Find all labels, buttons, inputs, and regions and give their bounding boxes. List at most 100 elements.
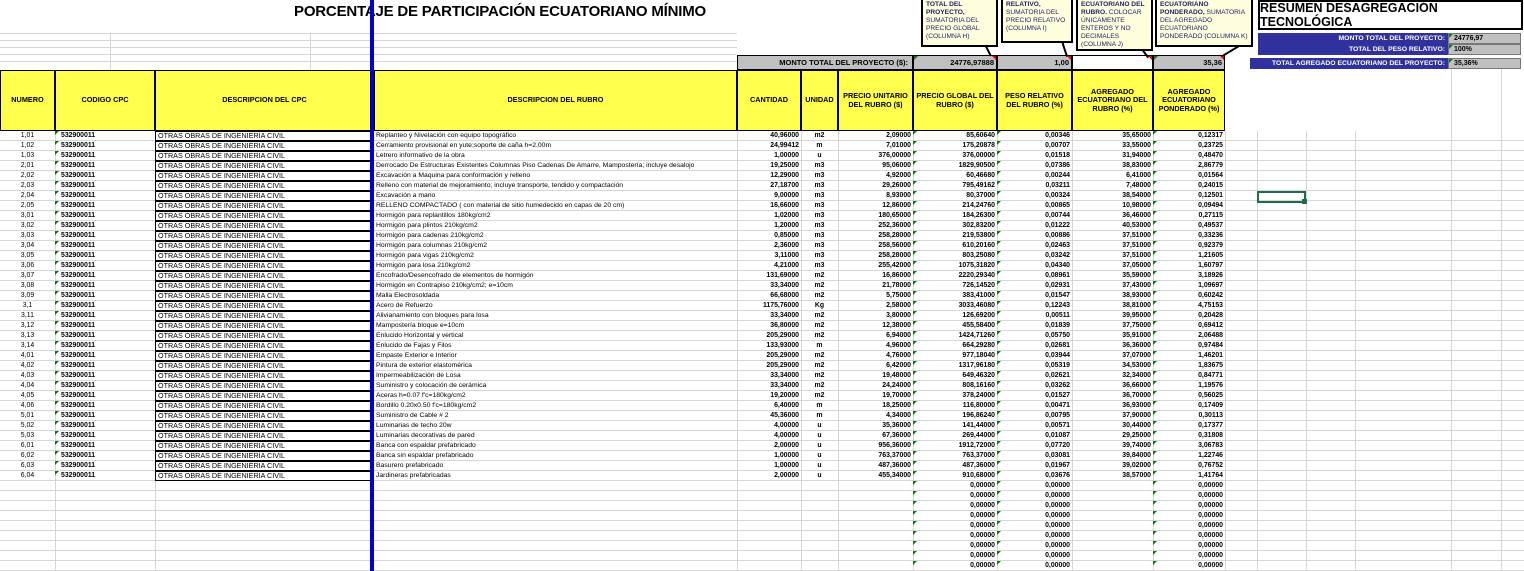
descripcion-cpc-cell[interactable]: OTRAS OBRAS DE INGENIERIA CIVIL [155,401,374,411]
codigo-cpc-cell[interactable]: 532900011 [55,331,155,341]
agregado-rubro-cell[interactable]: 30,44000 [1072,421,1153,431]
codigo-cpc-cell[interactable]: 532900011 [55,401,155,411]
precio-unitario-cell[interactable]: 4,76000 [838,351,913,361]
agregado-rubro-cell[interactable] [1072,491,1153,501]
agregado-ponderado-cell[interactable]: 0,17409 [1153,401,1225,411]
agregado-rubro-cell[interactable]: 37,51000 [1072,251,1153,261]
numero-cell[interactable]: 2,05 [0,201,55,211]
peso-relativo-cell[interactable]: 0,01547 [997,291,1072,301]
precio-global-cell[interactable]: 219,53800 [913,231,997,241]
precio-global-cell[interactable]: 803,25080 [913,251,997,261]
precio-unitario-cell[interactable]: 4,34000 [838,411,913,421]
numero-cell[interactable]: 2,02 [0,171,55,181]
numero-cell[interactable] [0,561,55,571]
cantidad-cell[interactable]: 33,34000 [737,381,801,391]
precio-unitario-cell[interactable]: 67,36000 [838,431,913,441]
unidad-cell[interactable] [801,481,838,491]
numero-cell[interactable]: 3,13 [0,331,55,341]
unidad-cell[interactable]: u [801,451,838,461]
peso-relativo-cell[interactable]: 0,00511 [997,311,1072,321]
cantidad-cell[interactable]: 40,96000 [737,131,801,141]
codigo-cpc-cell[interactable]: 532900011 [55,271,155,281]
cantidad-cell[interactable]: 19,20000 [737,391,801,401]
unidad-cell[interactable] [801,491,838,501]
precio-unitario-cell[interactable]: 2,09000 [838,131,913,141]
cantidad-cell[interactable]: 33,34000 [737,311,801,321]
cantidad-cell[interactable] [737,511,801,521]
precio-global-cell[interactable]: 763,37000 [913,451,997,461]
descripcion-cpc-cell[interactable] [155,511,374,521]
agregado-rubro-cell[interactable]: 32,34000 [1072,371,1153,381]
cantidad-cell[interactable]: 2,36000 [737,241,801,251]
codigo-cpc-cell[interactable]: 532900011 [55,241,155,251]
precio-unitario-cell[interactable]: 487,36000 [838,461,913,471]
precio-unitario-cell[interactable]: 19,70000 [838,391,913,401]
precio-unitario-cell[interactable]: 252,36000 [838,221,913,231]
header-numero[interactable]: NUMERO [0,70,55,131]
descripcion-cpc-cell[interactable]: OTRAS OBRAS DE INGENIERIA CIVIL [155,321,374,331]
descripcion-cpc-cell[interactable]: OTRAS OBRAS DE INGENIERIA CIVIL [155,271,374,281]
descripcion-rubro-cell[interactable]: Suministro y colocación de cerámica [374,381,737,391]
cantidad-cell[interactable]: 1,20000 [737,221,801,231]
precio-unitario-cell[interactable] [838,531,913,541]
numero-cell[interactable] [0,501,55,511]
descripcion-cpc-cell[interactable]: OTRAS OBRAS DE INGENIERIA CIVIL [155,451,374,461]
precio-global-cell[interactable]: 269,44000 [913,431,997,441]
codigo-cpc-cell[interactable]: 532900011 [55,321,155,331]
precio-global-cell[interactable]: 383,41000 [913,291,997,301]
descripcion-rubro-cell[interactable] [374,491,737,501]
precio-unitario-cell[interactable]: 18,25000 [838,401,913,411]
numero-cell[interactable]: 3,1 [0,301,55,311]
precio-unitario-cell[interactable]: 21,78000 [838,281,913,291]
unidad-cell[interactable]: m2 [801,381,838,391]
peso-relativo-cell[interactable]: 0,01518 [997,151,1072,161]
peso-relativo-cell[interactable]: 0,00244 [997,171,1072,181]
unidad-cell[interactable]: Kg [801,301,838,311]
descripcion-cpc-cell[interactable]: OTRAS OBRAS DE INGENIERIA CIVIL [155,371,374,381]
descripcion-rubro-cell[interactable]: Enlucido Horizontal y vertical [374,331,737,341]
cantidad-cell[interactable]: 12,29000 [737,171,801,181]
descripcion-rubro-cell[interactable]: Luminarias de techo 20w [374,421,737,431]
cantidad-cell[interactable] [737,521,801,531]
resumen-value-monto-total[interactable]: 24776,97 [1448,33,1521,44]
unidad-cell[interactable]: m2 [801,391,838,401]
descripcion-cpc-cell[interactable]: OTRAS OBRAS DE INGENIERIA CIVIL [155,241,374,251]
numero-cell[interactable]: 4,04 [0,381,55,391]
descripcion-rubro-cell[interactable]: Basurero prefabricado [374,461,737,471]
descripcion-rubro-cell[interactable]: Aceras h=0.07 f'c=180kg/cm2 [374,391,737,401]
descripcion-rubro-cell[interactable]: Enlucido de Fajas y Filos [374,341,737,351]
agregado-rubro-cell[interactable] [1072,521,1153,531]
numero-cell[interactable] [0,491,55,501]
peso-relativo-cell[interactable]: 0,00571 [997,421,1072,431]
unidad-cell[interactable]: m2 [801,311,838,321]
agregado-rubro-cell[interactable]: 35,91000 [1072,331,1153,341]
numero-cell[interactable]: 4,03 [0,371,55,381]
precio-global-cell[interactable]: 0,00000 [913,521,997,531]
precio-unitario-cell[interactable]: 16,86000 [838,271,913,281]
descripcion-rubro-cell[interactable]: Derrocado De Estructuras Existentes Colu… [374,161,737,171]
cantidad-cell[interactable]: 205,29000 [737,361,801,371]
agregado-rubro-cell[interactable]: 37,75000 [1072,321,1153,331]
agregado-ponderado-cell[interactable]: 0,00000 [1153,511,1225,521]
unidad-cell[interactable]: u [801,421,838,431]
descripcion-rubro-cell[interactable]: Hormigón para replantillos 180kg/cm2 [374,211,737,221]
unidad-cell[interactable] [801,541,838,551]
agregado-rubro-cell[interactable]: 35,65000 [1072,131,1153,141]
descripcion-rubro-cell[interactable]: Acero de Refuerzo [374,301,737,311]
agregado-ponderado-cell[interactable]: 0,30113 [1153,411,1225,421]
precio-unitario-cell[interactable]: 5,75000 [838,291,913,301]
codigo-cpc-cell[interactable]: 532900011 [55,431,155,441]
codigo-cpc-cell[interactable]: 532900011 [55,231,155,241]
peso-relativo-cell[interactable]: 0,00324 [997,191,1072,201]
cantidad-cell[interactable]: 36,80000 [737,321,801,331]
agregado-ponderado-cell[interactable]: 0,76752 [1153,461,1225,471]
agregado-rubro-cell[interactable]: 36,93000 [1072,401,1153,411]
precio-unitario-cell[interactable] [838,551,913,561]
descripcion-cpc-cell[interactable]: OTRAS OBRAS DE INGENIERIA CIVIL [155,171,374,181]
agregado-rubro-cell[interactable]: 36,66000 [1072,381,1153,391]
codigo-cpc-cell[interactable]: 532900011 [55,261,155,271]
precio-global-cell[interactable]: 141,44000 [913,421,997,431]
codigo-cpc-cell[interactable] [55,561,155,571]
unidad-cell[interactable]: m2 [801,321,838,331]
descripcion-rubro-cell[interactable]: Impermeabilización de Losa [374,371,737,381]
